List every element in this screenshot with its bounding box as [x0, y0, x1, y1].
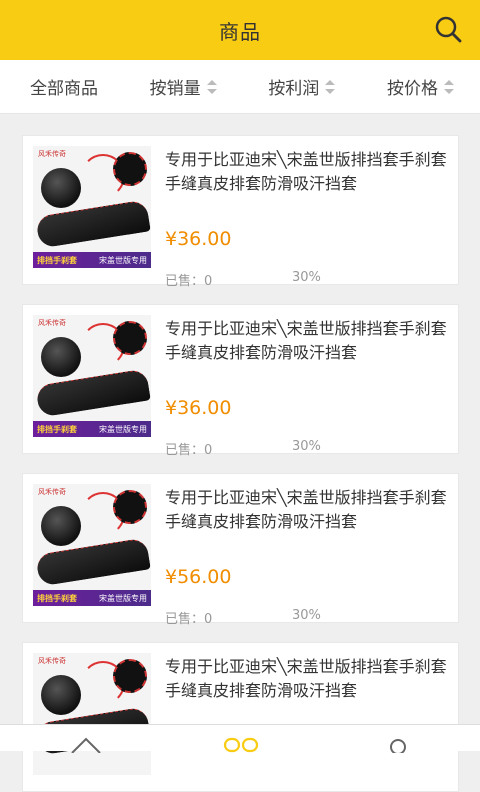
sort-by-price[interactable]: 按价格: [387, 74, 454, 99]
sort-by-price-label: 按价格: [386, 79, 438, 99]
sold-count: 已售：0: [165, 274, 213, 289]
handbrake-sleeve-graphic: [35, 368, 151, 418]
thumbnail-banner: 排挡手刹套 宋盖世版专用: [33, 252, 151, 268]
product-thumbnail: 风禾传奇: [33, 653, 151, 775]
detail-badge-graphic: [113, 659, 147, 693]
sold-count: 已售：0: [165, 612, 213, 627]
gear-knob-graphic: [41, 337, 81, 377]
profit-rate: 30%: [292, 270, 321, 285]
product-name: 专用于比亚迪宋╲宋盖世版排挡套手刹套手缝真皮排套防滑吸汗挡套: [165, 319, 447, 362]
product-name: 专用于比亚迪宋╲宋盖世版排挡套手刹套手缝真皮排套防滑吸汗挡套: [165, 488, 447, 531]
product-name: 专用于比亚迪宋╲宋盖世版排挡套手刹套手缝真皮排套防滑吸汗挡套: [165, 657, 447, 700]
product-thumbnail: 风禾传奇 排挡手刹套 宋盖世版专用: [33, 484, 151, 606]
banner-right-text: 宋盖世版专用: [99, 593, 147, 603]
sort-bar: 全部商品 按销量 按利润 按价格: [0, 60, 480, 114]
profile-icon[interactable]: [378, 733, 418, 753]
search-icon[interactable]: [434, 15, 462, 43]
sort-by-sales[interactable]: 按销量: [150, 74, 217, 99]
banner-left-text: 排挡手刹套: [37, 593, 77, 603]
product-info: 专用于比亚迪宋╲宋盖世版排挡套手刹套手缝真皮排套防滑吸汗挡套 ¥36.00 已售…: [165, 317, 447, 458]
banner-left-text: 排挡手刹套: [37, 424, 77, 434]
product-info: 专用于比亚迪宋╲宋盖世版排挡套手刹套手缝真皮排套防滑吸汗挡套: [165, 655, 447, 703]
products-icon[interactable]: [221, 733, 261, 753]
sort-arrows-icon: [443, 79, 454, 94]
profit-rate: 30%: [292, 439, 321, 454]
product-name: 专用于比亚迪宋╲宋盖世版排挡套手刹套手缝真皮排套防滑吸汗挡套: [165, 150, 447, 193]
handbrake-sleeve-graphic: [35, 199, 151, 249]
product-meta: 已售：0 30%: [165, 270, 321, 289]
thumbnail-brand-logo: 风禾传奇: [38, 488, 66, 496]
product-card[interactable]: 风禾传奇 排挡手刹套 宋盖世版专用 专用于比亚迪宋╲宋盖世版排挡套手刹套手缝真皮…: [22, 135, 459, 289]
detail-badge-graphic: [113, 490, 147, 524]
detail-badge-graphic: [113, 152, 147, 186]
product-thumbnail: 风禾传奇 排挡手刹套 宋盖世版专用: [33, 315, 151, 437]
product-price: ¥56.00: [165, 566, 232, 588]
sort-all-label: 全部商品: [30, 79, 98, 99]
product-card[interactable]: 风禾传奇 专用于比亚迪宋╲宋盖世版排挡套手刹套手缝真皮排套防滑吸汗挡套: [22, 642, 459, 792]
profit-rate: 30%: [292, 608, 321, 623]
bottom-tab-bar: [0, 724, 480, 753]
sort-by-profit-label: 按利润: [268, 79, 320, 99]
product-card[interactable]: 风禾传奇 排挡手刹套 宋盖世版专用 专用于比亚迪宋╲宋盖世版排挡套手刹套手缝真皮…: [22, 304, 459, 458]
product-info: 专用于比亚迪宋╲宋盖世版排挡套手刹套手缝真皮排套防滑吸汗挡套 ¥56.00 已售…: [165, 486, 447, 627]
product-thumbnail: 风禾传奇 排挡手刹套 宋盖世版专用: [33, 146, 151, 268]
product-meta: 已售：0 30%: [165, 608, 321, 627]
sort-arrows-icon: [206, 79, 217, 94]
home-icon[interactable]: [66, 733, 106, 753]
banner-right-text: 宋盖世版专用: [99, 255, 147, 265]
product-info: 专用于比亚迪宋╲宋盖世版排挡套手刹套手缝真皮排套防滑吸汗挡套 ¥36.00 已售…: [165, 148, 447, 289]
sold-count: 已售：0: [165, 443, 213, 458]
product-price: ¥36.00: [165, 228, 232, 250]
sort-by-sales-label: 按销量: [149, 79, 201, 99]
thumbnail-banner: 排挡手刹套 宋盖世版专用: [33, 421, 151, 437]
thumbnail-brand-logo: 风禾传奇: [38, 319, 66, 327]
product-card[interactable]: 风禾传奇 排挡手刹套 宋盖世版专用 专用于比亚迪宋╲宋盖世版排挡套手刹套手缝真皮…: [22, 473, 459, 627]
thumbnail-brand-logo: 风禾传奇: [38, 657, 66, 665]
banner-right-text: 宋盖世版专用: [99, 424, 147, 434]
sort-all[interactable]: 全部商品: [30, 74, 98, 99]
sort-arrows-icon: [325, 79, 336, 94]
top-header: 商品: [0, 0, 480, 60]
handbrake-sleeve-graphic: [35, 537, 151, 587]
sort-by-profit[interactable]: 按利润: [268, 74, 336, 99]
product-price: ¥36.00: [165, 397, 232, 419]
gear-knob-graphic: [41, 168, 81, 208]
thumbnail-banner: 排挡手刹套 宋盖世版专用: [33, 590, 151, 606]
gear-knob-graphic: [41, 506, 81, 546]
gear-knob-graphic: [41, 675, 81, 715]
thumbnail-brand-logo: 风禾传奇: [38, 150, 66, 158]
product-meta: 已售：0 30%: [165, 439, 321, 458]
page-title: 商品: [219, 19, 261, 44]
banner-left-text: 排挡手刹套: [37, 255, 77, 265]
detail-badge-graphic: [113, 321, 147, 355]
